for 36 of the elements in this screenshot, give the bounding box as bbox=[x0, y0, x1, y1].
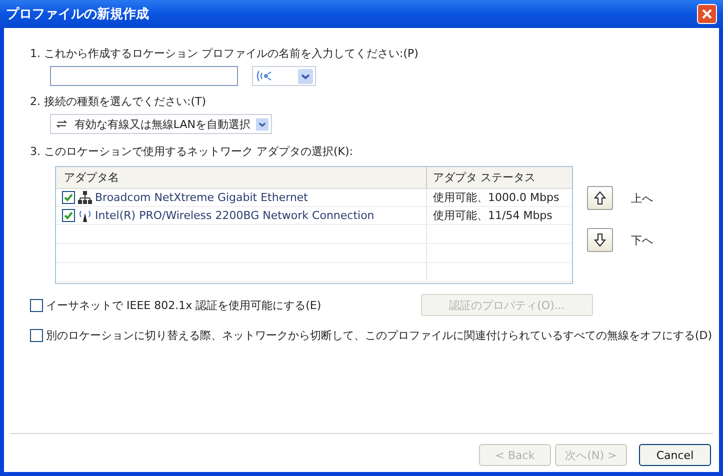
checkbox[interactable] bbox=[30, 329, 43, 342]
move-button[interactable] bbox=[587, 186, 613, 210]
chevron-icon bbox=[256, 116, 269, 132]
icon-dropdown[interactable] bbox=[252, 66, 316, 86]
move-label: 上へ bbox=[631, 190, 653, 206]
adapter-name: Broadcom NetXtreme Gigabit Ethernet bbox=[95, 191, 308, 204]
checkbox[interactable] bbox=[62, 209, 75, 222]
move-label: 下へ bbox=[631, 232, 653, 248]
close-button[interactable] bbox=[697, 4, 717, 24]
adapter-name: Intel(R) PRO/Wireless 2200BG Network Connection bbox=[95, 209, 374, 222]
antenna-icon bbox=[78, 208, 92, 222]
up-arrow-icon bbox=[594, 191, 606, 205]
adapter-status: 使用可能、11/54 Mbps bbox=[426, 207, 559, 224]
down-arrow-icon bbox=[594, 233, 606, 247]
adapter-status: 使用可能、1000.0 Mbps bbox=[426, 189, 559, 206]
checkbox[interactable] bbox=[30, 298, 43, 312]
wizard-button[interactable]: Cancel bbox=[639, 444, 711, 466]
profile-name-field[interactable] bbox=[50, 66, 238, 86]
adapter-row[interactable]: Broadcom NetXtreme Gigabit Ethernet 使用可能、1000.0 Mbps bbox=[56, 189, 572, 207]
window-title: プロファイルの新規作成 bbox=[6, 6, 149, 23]
adapter-row[interactable]: Intel(R) PRO/Wireless 2200BG Network Connection 使用可能、11/54 Mbps bbox=[56, 207, 572, 225]
checkbox-label: イーサネットで IEEE 802.1x 認証を使用可能にする(E) bbox=[46, 298, 322, 312]
chevron-icon bbox=[298, 68, 313, 84]
step-label: 2. 接続の種類を選んでください:(T) bbox=[30, 94, 207, 109]
checkbox[interactable] bbox=[62, 191, 75, 204]
network-icon bbox=[78, 190, 92, 204]
move-button[interactable] bbox=[587, 228, 613, 252]
connection-type-dropdown[interactable]: 有効な有線又は無線LANを自動選択 bbox=[50, 114, 272, 134]
column-header[interactable]: アダプタ名 bbox=[56, 167, 426, 188]
close-icon bbox=[701, 8, 713, 20]
cycle-arrows-icon bbox=[55, 118, 68, 130]
wireless-icon bbox=[255, 69, 273, 83]
checkbox-label: 別のロケーションに切り替える際、ネットワークから切断して、このプロファイルに関連付けられているすべての無線をオフにする(D) bbox=[46, 328, 712, 343]
step-label: 3. このロケーションで使用するネットワーク アダプタの選択(K): bbox=[30, 144, 354, 159]
step-label: 1. これから作成するロケーション プロファイルの名前を入力してください:(P) bbox=[30, 46, 420, 61]
column-header[interactable]: アダプタ ステータス bbox=[426, 167, 559, 188]
